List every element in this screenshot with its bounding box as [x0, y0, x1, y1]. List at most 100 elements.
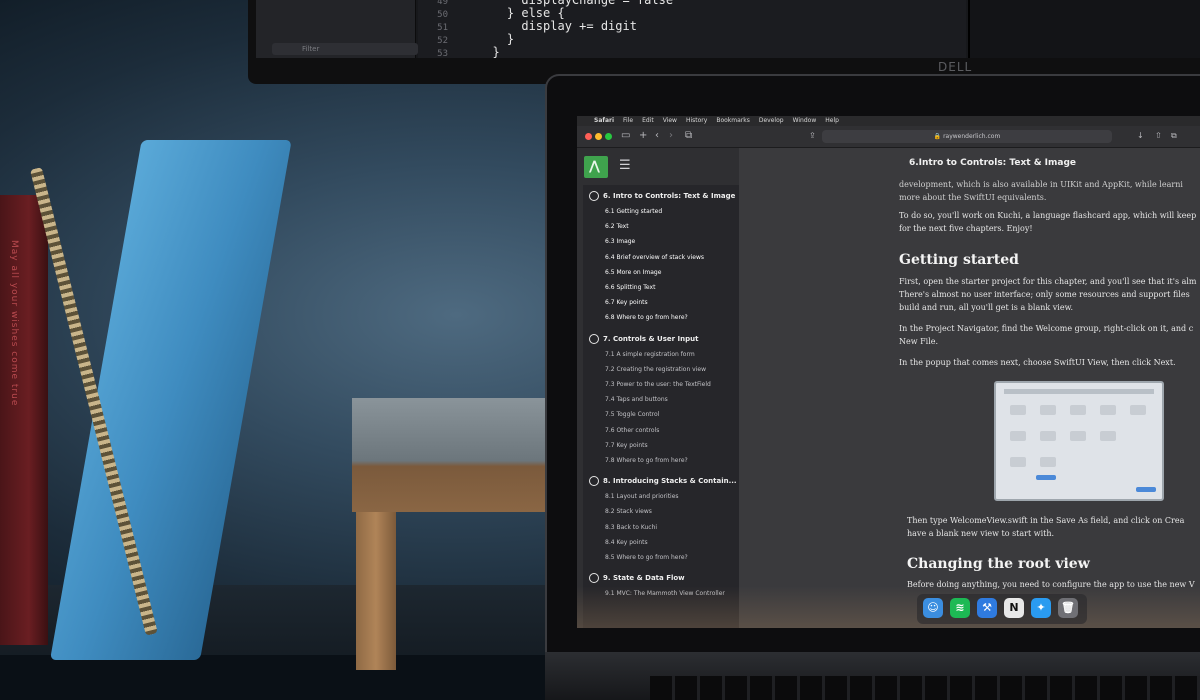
code-line[interactable]: 52 }	[418, 32, 958, 46]
figure-next-button	[1136, 487, 1156, 492]
figure-template-cell	[1010, 431, 1026, 441]
wooden-stand-leg	[356, 512, 396, 670]
close-window-button[interactable]	[585, 133, 592, 140]
external-monitor: + Filter 49 displayChange = false50 } el…	[248, 0, 1200, 84]
toc-item[interactable]: 7.8 Where to go from here?	[605, 455, 739, 467]
toc-chapter[interactable]: 7. Controls & User Input	[589, 332, 739, 346]
figure-selected-button	[1036, 475, 1056, 480]
chapter-content: 6.Intro to Controls: Text & Image develo…	[739, 148, 1200, 628]
tab-overview-icon[interactable]: ⧉	[685, 130, 692, 142]
share-button-icon[interactable]: ⇧	[1155, 130, 1162, 142]
intro-paragraph-line-1: development, which is also available in …	[899, 180, 1183, 189]
chapter-progress-icon	[589, 333, 599, 344]
toc-item[interactable]: 8.5 Where to go from here?	[605, 552, 739, 564]
toc-item[interactable]: 7.5 Toggle Control	[605, 409, 739, 421]
menu-window[interactable]: Window	[793, 116, 817, 126]
spotify-icon[interactable]: ≋	[950, 598, 970, 618]
toc-chapter[interactable]: 6. Intro to Controls: Text & Image	[589, 189, 739, 203]
notion-icon[interactable]: N	[1004, 598, 1024, 618]
toc-item[interactable]: 8.2 Stack views	[605, 506, 739, 518]
code-line[interactable]: 51 display += digit	[418, 19, 958, 33]
menu-view[interactable]: View	[663, 116, 677, 126]
minimize-window-button[interactable]	[595, 133, 602, 140]
code-line[interactable]: 50 } else {	[418, 6, 958, 20]
menu-help[interactable]: Help	[825, 116, 839, 126]
macos-menubar: Safari File Edit View History Bookmarks Develo…	[577, 116, 1200, 126]
toc-item[interactable]: 6.5 More on Image	[605, 267, 739, 279]
toc-chapter-label: 8. Introducing Stacks & Contain...	[603, 477, 737, 486]
toc-item[interactable]: 6.2 Text	[605, 221, 739, 233]
navigator-line-2: New File.	[899, 337, 939, 346]
toc-item[interactable]: 6.7 Key points	[605, 297, 739, 309]
toc-chapter[interactable]: 9. State & Data Flow	[589, 571, 739, 585]
back-icon[interactable]: ‹	[655, 130, 659, 142]
toc-item[interactable]: 8.4 Key points	[605, 537, 739, 549]
toc-panel: 6. Intro to Controls: Text & Image 6.1 Ge…	[583, 185, 739, 628]
finder-icon[interactable]: ☺	[923, 598, 943, 618]
menu-safari[interactable]: Safari	[594, 116, 614, 126]
navigator-filter-input[interactable]: Filter	[272, 43, 418, 55]
monitor-brand-logo: DELL	[938, 60, 973, 74]
desk-mat	[0, 655, 560, 700]
toc-item[interactable]: 7.4 Taps and buttons	[605, 394, 739, 406]
toc-item[interactable]: 7.7 Key points	[605, 440, 739, 452]
download-icon[interactable]: ↓	[1137, 130, 1144, 142]
toc-item[interactable]: 7.1 A simple registration form	[605, 349, 739, 361]
toc-item[interactable]: 7.2 Creating the registration view	[605, 364, 739, 376]
xcode-icon[interactable]: ⚒	[977, 598, 997, 618]
chapter-progress-icon	[589, 476, 599, 487]
red-book-spine-text: May all your wishes come true	[9, 240, 19, 407]
raywenderlich-logo[interactable]: ⋀	[584, 156, 608, 178]
figure-template-cell	[1040, 405, 1056, 415]
book-toc-sidebar: ⋀ ☰ 6. Intro to Controls: Text & Image 6.…	[577, 148, 739, 628]
sidebar-toggle-icon[interactable]: ▭	[621, 130, 630, 142]
toc-chapter-label: 9. State & Data Flow	[603, 574, 685, 583]
zoom-window-button[interactable]	[605, 133, 612, 140]
code-text: display += digit	[478, 19, 637, 33]
xcode-template-screenshot	[994, 381, 1164, 501]
safari-icon[interactable]: ✦	[1031, 598, 1051, 618]
code-line[interactable]: 53 }	[418, 45, 958, 58]
toc-item[interactable]: 8.1 Layout and priorities	[605, 491, 739, 503]
toc-item[interactable]: 6.6 Splitting Text	[605, 282, 739, 294]
heading-getting-started: Getting started	[899, 252, 1019, 268]
wooden-stand	[352, 398, 552, 512]
menu-edit[interactable]: Edit	[642, 116, 654, 126]
toc-item[interactable]: 6.8 Where to go from here?	[605, 312, 739, 324]
laptop-keyboard	[650, 676, 1200, 700]
kuchi-paragraph-line-1: To do so, you'll work on Kuchi, a langua…	[899, 211, 1197, 220]
trash-icon[interactable]: 🗑	[1058, 598, 1078, 618]
menu-bookmarks[interactable]: Bookmarks	[716, 116, 750, 126]
toc-item[interactable]: 6.1 Getting started	[605, 206, 739, 218]
toc-item[interactable]: 7.6 Other controls	[605, 425, 739, 437]
tabs-icon[interactable]: ⧉	[1171, 130, 1177, 142]
toc-item[interactable]: 6.4 Brief overview of stack views	[605, 252, 739, 264]
laptop-screen: Safari File Edit View History Bookmarks Develo…	[577, 116, 1200, 628]
lock-icon: 🔒	[933, 133, 942, 140]
then-type-line-1: Then type WelcomeView.swift in the Save …	[907, 516, 1185, 525]
figure-template-cell	[1130, 405, 1146, 415]
toc-chapter[interactable]: 8. Introducing Stacks & Contain...	[589, 474, 739, 488]
getting-started-line-3: build and run, all you'll get is a blank…	[899, 303, 1074, 312]
figure-template-cell	[1010, 457, 1026, 467]
address-bar[interactable]: 🔒 raywenderlich.com	[822, 130, 1112, 143]
figure-template-cell	[1100, 431, 1116, 441]
line-number: 53	[437, 49, 448, 58]
toc-item[interactable]: 7.3 Power to the user: the TextField	[605, 379, 739, 391]
toc-item[interactable]: 8.3 Back to Kuchi	[605, 522, 739, 534]
logo-mark-icon: ⋀	[589, 159, 600, 174]
toc-item[interactable]: 6.3 Image	[605, 236, 739, 248]
new-tab-icon[interactable]: +	[639, 130, 647, 142]
share-icon[interactable]: ⇪	[809, 130, 816, 142]
figure-template-cell	[1070, 405, 1086, 415]
forward-icon[interactable]: ›	[669, 130, 673, 142]
address-bar-url: raywenderlich.com	[943, 133, 1001, 140]
code-editor[interactable]: 49 displayChange = false 50 } else {51 di…	[418, 0, 966, 58]
xcode-navigator: + Filter	[256, 0, 418, 58]
list-icon[interactable]: ☰	[619, 158, 631, 173]
figure-template-cell	[1070, 431, 1086, 441]
menu-develop[interactable]: Develop	[759, 116, 784, 126]
menu-history[interactable]: History	[686, 116, 707, 126]
menu-file[interactable]: File	[623, 116, 633, 126]
heading-changing-root-view: Changing the root view	[907, 556, 1090, 572]
